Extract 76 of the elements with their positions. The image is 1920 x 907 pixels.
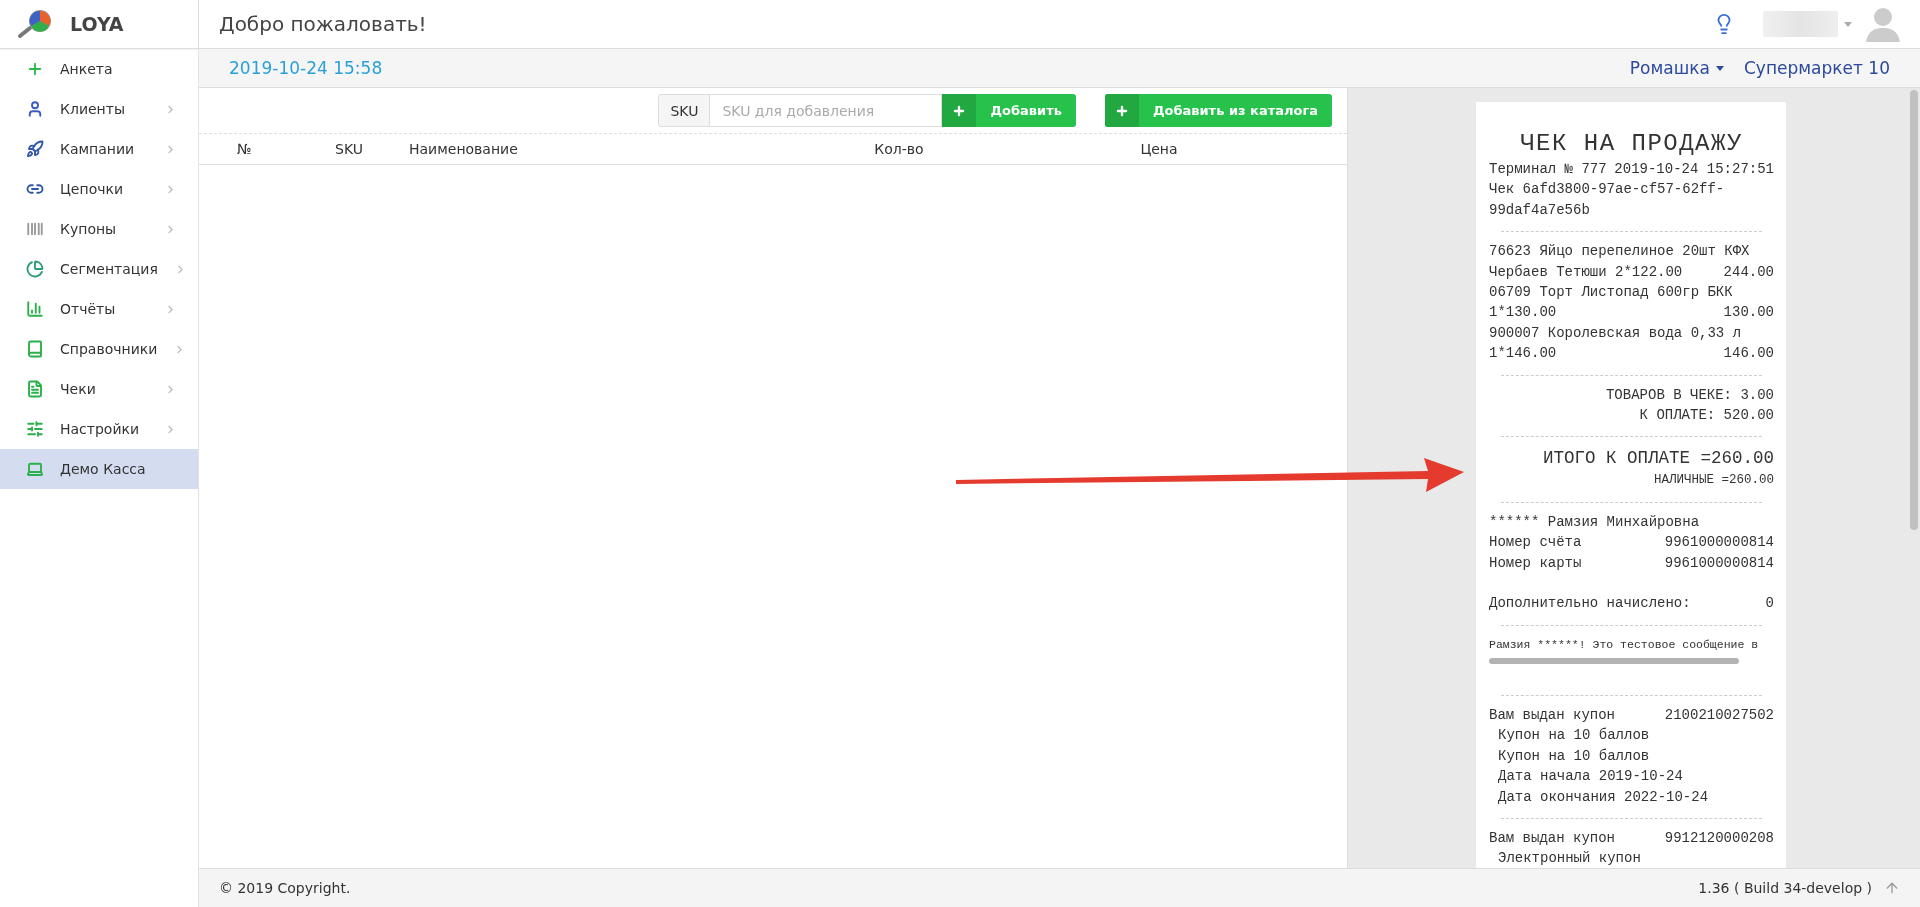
sku-input[interactable]: SKU для добавления bbox=[710, 94, 943, 127]
sku-label: SKU bbox=[658, 94, 711, 127]
receipt-text: К ОПЛАТЕ: 520.00 bbox=[1638, 406, 1774, 426]
sidebar-item[interactable]: Справочники bbox=[0, 329, 198, 369]
caret-icon bbox=[1716, 65, 1724, 71]
receipt-text: Электронный купон bbox=[1497, 849, 1642, 868]
receipt-text: ТОВАРОВ В ЧЕКЕ: 3.00 bbox=[1604, 385, 1774, 405]
column-header[interactable]: Кол-во bbox=[789, 141, 1009, 157]
receipt-value: 146.00 bbox=[1723, 344, 1774, 364]
receipt-value: 0 bbox=[1765, 594, 1774, 614]
receipt-text: Дата начала 2019-10-24 bbox=[1497, 767, 1684, 787]
menu-icon bbox=[26, 340, 44, 358]
sidebar-item[interactable]: Кампании bbox=[0, 129, 198, 169]
company-dropdown[interactable]: Ромашка bbox=[1629, 58, 1724, 78]
sidebar-item[interactable]: Настройки bbox=[0, 409, 198, 449]
receipt-text: 76623 Яйцо перепелиное 20шт КФХ bbox=[1489, 242, 1751, 262]
store-name[interactable]: Супермаркет 10 bbox=[1744, 58, 1890, 78]
column-header[interactable]: № bbox=[199, 141, 289, 157]
receipt-value: 244.00 bbox=[1723, 262, 1774, 282]
menu-icon bbox=[26, 140, 44, 158]
sidebar-item[interactable]: Сегментация bbox=[0, 249, 198, 289]
brand-name: LOYA bbox=[70, 13, 124, 35]
receipt-value: 9961000000814 bbox=[1664, 553, 1774, 573]
menu-icon bbox=[26, 380, 44, 398]
scrollbar-thumb[interactable] bbox=[1910, 90, 1918, 530]
avatar-silhouette[interactable] bbox=[1866, 6, 1900, 42]
receipt-text: Дата окончания 2022-10-24 bbox=[1497, 787, 1710, 807]
receipt-text: 06709 Торт Листопад 600гр БКК bbox=[1489, 283, 1734, 303]
sidebar-item[interactable]: Цепочки bbox=[0, 169, 198, 209]
sidebar-item[interactable]: Клиенты bbox=[0, 89, 198, 129]
receipt-text: Чек 6afd3800-97ae-cf57-62ff-99daf4a7e56b bbox=[1489, 180, 1726, 220]
sidebar-item[interactable]: Демо Касса bbox=[0, 449, 198, 489]
column-header[interactable]: SKU bbox=[289, 141, 409, 157]
receipt-text: Дополнительно начислено: bbox=[1489, 594, 1691, 614]
receipt-text: Вам выдан купон bbox=[1489, 705, 1616, 725]
receipt-text: Купон на 10 баллов bbox=[1497, 746, 1651, 766]
sidebar-item[interactable]: Купоны bbox=[0, 209, 198, 249]
caret-icon[interactable] bbox=[1844, 21, 1852, 27]
page-title: Добро пожаловать! bbox=[219, 12, 428, 36]
menu-icon bbox=[26, 460, 44, 478]
receipt-text: Вам выдан купон bbox=[1489, 828, 1616, 848]
plus-icon bbox=[952, 103, 967, 118]
receipt-text: ****** Рамзия Минхайровна bbox=[1489, 512, 1701, 532]
receipt-text: Терминал № 777 bbox=[1489, 160, 1607, 179]
receipt-text: 900007 Королевская вода 0,33 л bbox=[1489, 323, 1743, 343]
sidebar-item[interactable]: Отчёты bbox=[0, 289, 198, 329]
current-datetime: 2019-10-24 15:58 bbox=[229, 58, 384, 78]
column-header[interactable]: Наименование bbox=[409, 141, 789, 157]
receipt-text: НАЛИЧНЫЕ =260.00 bbox=[1652, 472, 1774, 490]
scrollbar-thumb[interactable] bbox=[1489, 657, 1739, 664]
receipt-text: Номер счёта bbox=[1489, 533, 1582, 553]
receipt-text: Купон на 10 баллов bbox=[1497, 726, 1651, 746]
menu-icon bbox=[26, 60, 44, 78]
receipt-text: 1*146.00 bbox=[1489, 344, 1557, 364]
version-text: 1.36 ( Build 34-develop ) bbox=[1698, 880, 1872, 896]
receipt-value: 9961000000814 bbox=[1664, 533, 1774, 553]
menu-icon bbox=[26, 220, 44, 238]
menu-icon bbox=[26, 260, 44, 278]
receipt-value: 2100210027502 bbox=[1664, 705, 1774, 725]
copyright-text: © 2019 Copyright. bbox=[219, 880, 352, 896]
receipt-title: ЧЕК НА ПРОДАЖУ bbox=[1519, 129, 1744, 159]
sidebar-item[interactable]: Чеки bbox=[0, 369, 198, 409]
receipt-value: 130.00 bbox=[1723, 303, 1774, 323]
menu-icon bbox=[26, 100, 44, 118]
menu-icon bbox=[26, 420, 44, 438]
plus-icon bbox=[1114, 103, 1129, 118]
receipt-text: Чербаев Тетюши 2*122.00 bbox=[1489, 262, 1683, 282]
column-header[interactable]: Цена bbox=[1009, 141, 1309, 157]
receipt-total: ИТОГО К ОПЛАТЕ =260.00 bbox=[1541, 447, 1774, 471]
menu-icon bbox=[26, 300, 44, 318]
sidebar-item[interactable]: Анкета bbox=[0, 49, 198, 89]
receipt-message: Рамзия ******! Это тестовое сообщение в bbox=[1489, 636, 1760, 653]
receipt-value: 9912120000208 bbox=[1664, 828, 1774, 848]
receipt-text: 1*130.00 bbox=[1489, 303, 1557, 323]
receipt-text: Номер карты bbox=[1489, 553, 1582, 573]
receipt-value: 2019-10-24 15:27:51 bbox=[1614, 160, 1774, 179]
